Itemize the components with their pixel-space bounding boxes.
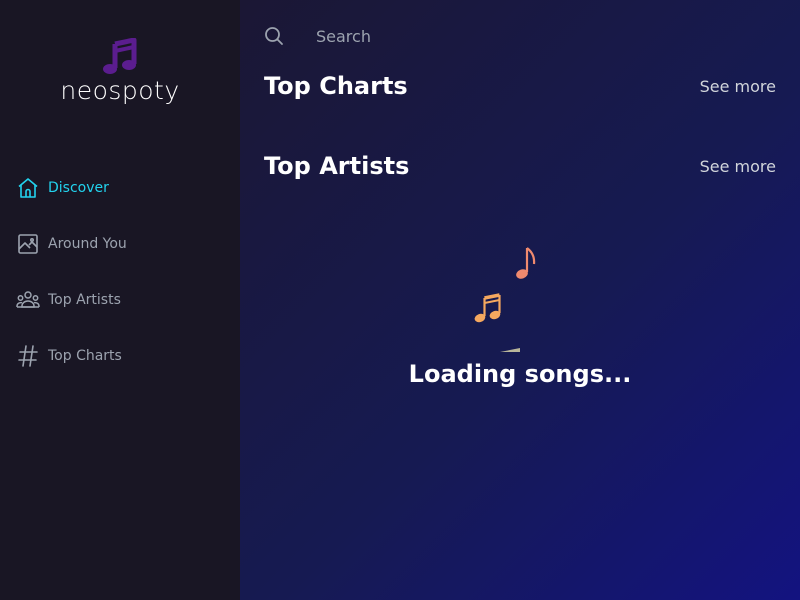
home-icon	[16, 176, 40, 200]
search-bar	[264, 22, 784, 50]
top-charts-header: Top Charts See more	[264, 72, 776, 100]
top-artists-header: Top Artists See more	[264, 152, 776, 180]
main-content: Top Charts See more Top Artists See more	[240, 0, 800, 600]
sidebar-item-discover[interactable]: Discover	[16, 176, 127, 200]
image-icon	[16, 232, 40, 256]
sidebar-item-top-charts[interactable]: Top Charts	[16, 344, 127, 368]
section-title: Top Artists	[264, 152, 410, 180]
search-input[interactable]	[316, 26, 716, 46]
sidebar: neospoty Discover Around You Top Artists…	[0, 0, 240, 600]
loading-text: Loading songs...	[408, 360, 632, 388]
music-note-icon	[103, 38, 137, 74]
beamed-notes-icon	[474, 293, 501, 323]
search-icon	[265, 27, 283, 45]
eighth-note-icon	[516, 247, 536, 279]
note-fragment-icon	[500, 348, 520, 352]
sidebar-item-label: Top Charts	[48, 348, 122, 364]
logo-text: neospoty	[60, 76, 180, 105]
sidebar-item-label: Discover	[48, 180, 109, 196]
see-more-link[interactable]: See more	[700, 157, 776, 176]
logo[interactable]: neospoty	[0, 38, 240, 105]
sidebar-item-label: Around You	[48, 236, 127, 252]
sidebar-item-around-you[interactable]: Around You	[16, 232, 127, 256]
music-notes-loader-icon	[474, 247, 536, 352]
see-more-link[interactable]: See more	[700, 77, 776, 96]
hash-icon	[16, 344, 40, 368]
sidebar-item-label: Top Artists	[48, 292, 121, 308]
users-icon	[16, 288, 40, 312]
sidebar-item-top-artists[interactable]: Top Artists	[16, 288, 127, 312]
sidebar-nav: Discover Around You Top Artists Top Char…	[16, 176, 127, 400]
app-root: neospoty Discover Around You Top Artists…	[0, 0, 800, 600]
loader: Loading songs...	[240, 236, 800, 388]
section-title: Top Charts	[264, 72, 408, 100]
